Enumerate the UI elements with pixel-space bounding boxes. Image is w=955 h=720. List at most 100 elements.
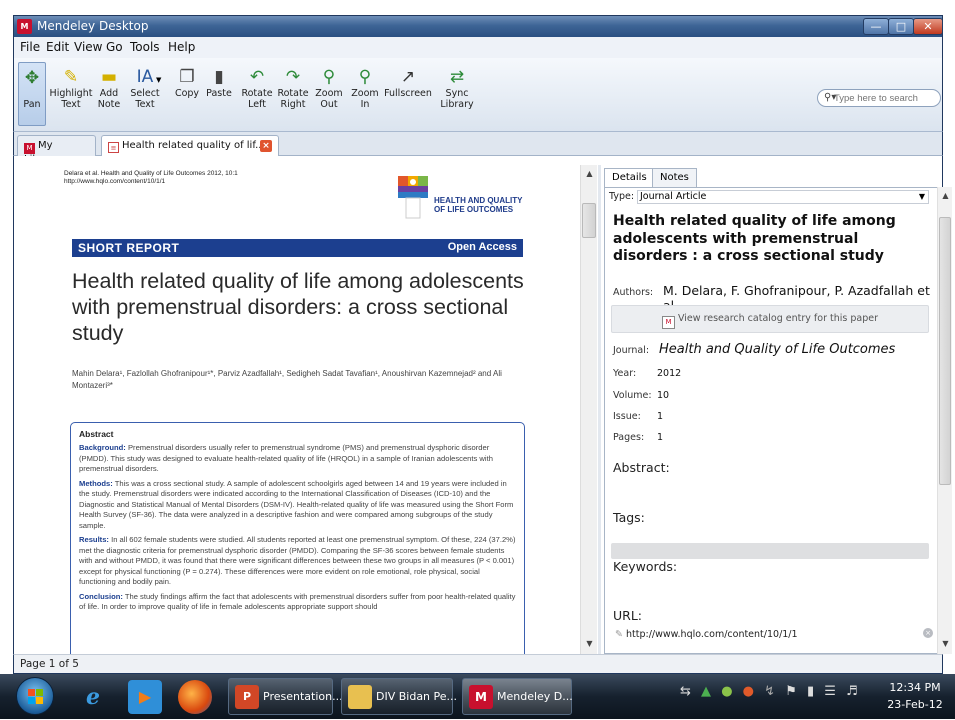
pan-button[interactable]: ✥ Pan — [18, 62, 46, 126]
clear-url-icon[interactable]: × — [923, 628, 933, 638]
taskbar-mendeley[interactable]: M Mendeley D... — [462, 678, 573, 715]
type-label: Type: — [609, 191, 635, 202]
tab-my-library[interactable]: MMy Library — [17, 135, 96, 165]
fullscreen-button[interactable]: ↗ Fullscreen — [380, 66, 436, 99]
taskbar-powerpoint[interactable]: P Presentation... — [228, 678, 343, 715]
abstract-results: Results: In all 602 female students were… — [79, 535, 516, 588]
year-value[interactable]: 2012 — [657, 368, 681, 379]
details-scroll-thumb[interactable] — [939, 217, 951, 485]
volume-label: Volume: — [613, 390, 652, 401]
menu-tools[interactable]: Tools — [130, 40, 160, 54]
abstract-methods: Methods: This was a cross sectional stud… — [79, 479, 516, 532]
select-text-button[interactable]: IA Select Text — [122, 66, 168, 110]
taskbar-mendeley-label: Mendeley D... — [497, 690, 573, 703]
url-value[interactable]: http://www.hqlo.com/content/10/1/1 — [626, 629, 798, 640]
close-tab-icon[interactable]: × — [260, 140, 272, 152]
sync-library-button[interactable]: ⇄ Sync Library — [434, 66, 480, 110]
pdf-scrollbar[interactable]: ▲ ▼ — [580, 165, 597, 654]
maximize-button[interactable]: □ — [888, 18, 914, 35]
minimize-button[interactable]: — — [863, 18, 889, 35]
select-dropdown-icon[interactable]: ▼ — [156, 76, 161, 84]
tab-paper-label: Health related quality of lif... — [122, 140, 265, 151]
view-catalog-entry-button[interactable]: M View research catalog entry for this pa… — [611, 305, 929, 333]
menu-edit[interactable]: Edit — [46, 40, 69, 54]
tab-paper[interactable]: ≡ Health related quality of lif... × — [101, 135, 279, 157]
taskbar-folder-label: DIV Bidan Pe... — [376, 690, 458, 703]
status-bar: Page 1 of 5 — [13, 654, 943, 674]
url-label: URL: — [613, 608, 643, 623]
pdf-authors: Mahin Delara¹, Fazlollah Ghofranipour¹*,… — [72, 369, 502, 390]
folder-icon — [348, 685, 372, 709]
app-tray-icon[interactable]: ● — [743, 684, 754, 699]
mendeley-logo-icon: M — [17, 19, 32, 34]
tab-notes[interactable]: Notes — [652, 168, 697, 188]
antivirus-tray-icon[interactable]: ● — [721, 684, 732, 699]
flag-tray-icon[interactable]: ⚑ — [785, 684, 797, 699]
scroll-down-icon[interactable]: ▼ — [581, 639, 598, 648]
link-edit-icon: ✎ — [615, 629, 623, 640]
methods-text: This was a cross sectional study. A samp… — [79, 478, 514, 530]
wifi-tray-icon[interactable]: ☰ — [824, 684, 836, 699]
media-player-icon[interactable]: ▶ — [128, 680, 162, 714]
powerpoint-icon: P — [235, 685, 259, 709]
taskbar-folder[interactable]: DIV Bidan Pe... — [341, 678, 457, 715]
abstract-heading: Abstract — [79, 429, 114, 439]
open-access-label: Open Access — [447, 241, 517, 253]
type-select[interactable]: Journal Article ▼ — [637, 190, 929, 204]
pdf-scroll-thumb[interactable] — [582, 203, 596, 238]
menu-go[interactable]: Go — [106, 40, 123, 54]
background-label: Background: — [79, 443, 126, 452]
select-text-label: Select Text — [130, 88, 160, 110]
search-input[interactable] — [834, 91, 938, 105]
abstract-label: Abstract: — [613, 460, 670, 475]
pan-icon: ✥ — [24, 68, 40, 88]
logo-line-2: OF LIFE OUTCOMES — [434, 205, 514, 214]
details-scrollbar[interactable]: ▲ ▼ — [937, 187, 952, 654]
battery-tray-icon[interactable]: ▮ — [807, 684, 814, 699]
pages-value[interactable]: 1 — [657, 432, 663, 443]
clock-time[interactable]: 12:34 PM — [880, 681, 950, 694]
pdf-page[interactable]: Delara et al. Health and Quality of Life… — [56, 164, 534, 654]
url-field[interactable]: ✎ http://www.hqlo.com/content/10/1/1 — [615, 629, 933, 640]
menu-file[interactable]: File — [20, 40, 40, 54]
scroll-up-icon[interactable]: ▲ — [581, 169, 598, 178]
abstract-box: Abstract Background: Premenstrual disord… — [70, 422, 525, 654]
mendeley-catalog-icon: M — [662, 316, 675, 329]
bluetooth-tray-icon[interactable]: ↯ — [764, 684, 775, 699]
fullscreen-label: Fullscreen — [384, 88, 432, 99]
close-button[interactable]: ✕ — [913, 18, 943, 35]
internet-explorer-icon[interactable]: e — [76, 680, 110, 714]
clock-date[interactable]: 23-Feb-12 — [880, 698, 950, 711]
firefox-icon[interactable] — [178, 680, 212, 714]
mendeley-taskbar-icon: M — [469, 685, 493, 709]
mendeley-tab-icon: M — [24, 143, 35, 154]
search-box[interactable]: ⚲▾ — [817, 89, 941, 107]
taskbar: e ▶ P Presentation... DIV Bidan Pe... M … — [0, 674, 955, 719]
pane-splitter[interactable] — [598, 165, 601, 654]
title-bar: M Mendeley Desktop — □ ✕ — [13, 15, 943, 37]
network-tray-icon[interactable]: ⇆ — [680, 684, 691, 699]
methods-label: Methods: — [79, 478, 113, 488]
volume-tray-icon[interactable]: ♬ — [846, 684, 858, 699]
details-scroll-down-icon[interactable]: ▼ — [938, 639, 953, 648]
pdf-citation: Delara et al. Health and Quality of Life… — [64, 170, 324, 186]
details-scroll-up-icon[interactable]: ▲ — [938, 191, 953, 200]
type-value: Journal Article — [640, 191, 707, 202]
toolbar: ✥ Pan ✎ Highlight Text ▬ Add Note IA Sel… — [13, 58, 943, 132]
start-button[interactable] — [16, 677, 54, 715]
conclusion-text: The study findings affirm the fact that … — [79, 591, 516, 612]
tags-input[interactable] — [611, 543, 929, 559]
tab-details[interactable]: Details — [604, 168, 655, 189]
volume-value[interactable]: 10 — [657, 390, 669, 401]
menu-view[interactable]: View — [74, 40, 102, 54]
abstract-background: Background: Premenstrual disorders usual… — [79, 443, 516, 475]
details-panel: Type: Journal Article ▼ Health related q… — [604, 187, 939, 654]
year-label: Year: — [613, 368, 637, 379]
paper-title[interactable]: Health related quality of life among ado… — [613, 213, 925, 266]
acrobat-tray-icon[interactable]: ▲ — [701, 684, 711, 699]
report-banner: SHORT REPORT Open Access — [72, 239, 523, 257]
menu-help[interactable]: Help — [168, 40, 195, 54]
pdf-article-title: Health related quality of life among ado… — [72, 269, 524, 345]
issue-value[interactable]: 1 — [657, 411, 663, 422]
journal-value[interactable]: Health and Quality of Life Outcomes — [659, 342, 895, 357]
